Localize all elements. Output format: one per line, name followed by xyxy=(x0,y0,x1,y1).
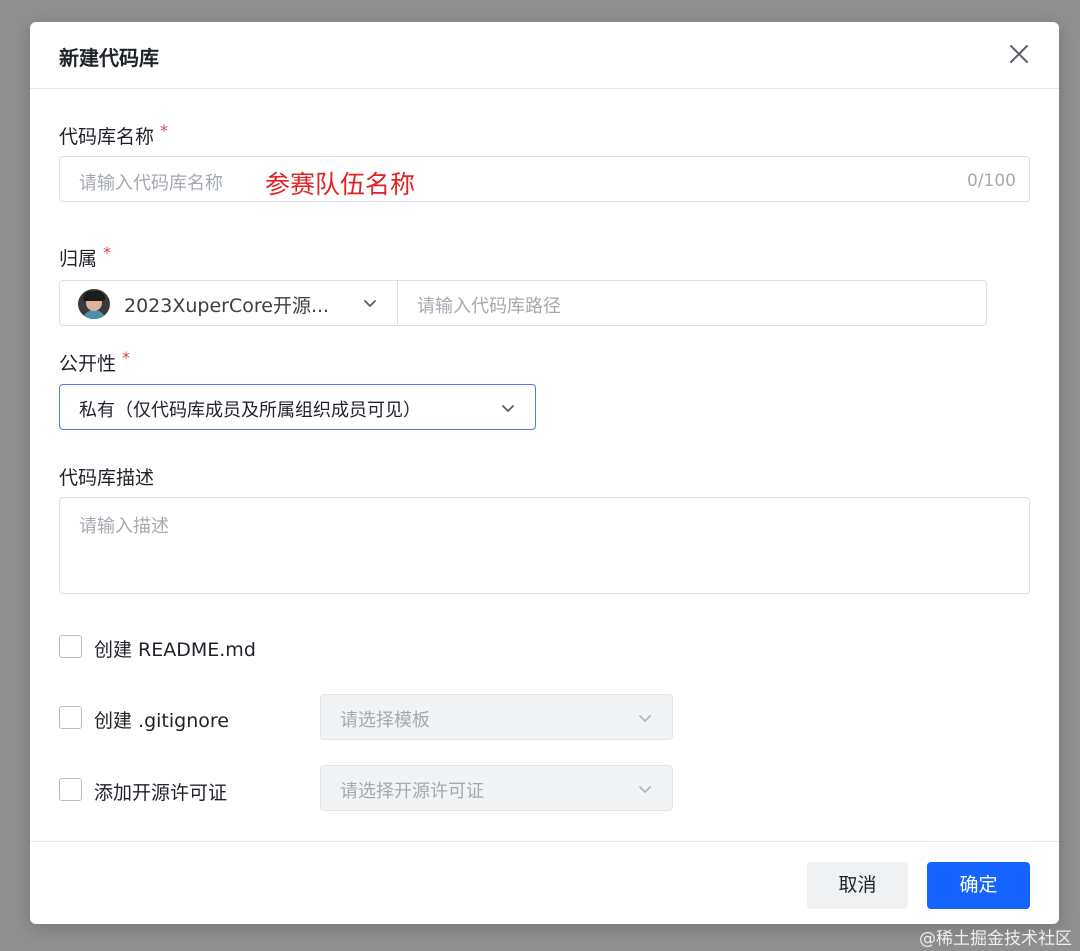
dialog-title: 新建代码库 xyxy=(59,46,159,70)
annotation-text: 参赛队伍名称 xyxy=(265,170,416,199)
repo-path-placeholder: 请输入代码库路径 xyxy=(417,296,561,317)
dialog-header: 新建代码库 xyxy=(30,22,1059,89)
repo-path-input[interactable]: 请输入代码库路径 xyxy=(399,281,986,325)
license-placeholder: 请选择开源许可证 xyxy=(340,781,484,802)
owner-group: 2023XuperCore开源... 请输入代码库路径 xyxy=(59,280,987,326)
visibility-select[interactable]: 私有（仅代码库成员及所属组织成员可见） xyxy=(59,384,536,430)
new-repo-dialog: 新建代码库 代码库名称 * 请输入代码库名称 参赛队伍名称 0/100 归属 * 2… xyxy=(30,22,1059,924)
license-checkbox[interactable] xyxy=(59,778,82,801)
chevron-down-icon xyxy=(637,710,653,726)
confirm-button[interactable]: 确定 xyxy=(927,862,1030,909)
visibility-label: 公开性 * xyxy=(59,348,131,375)
required-mark: * xyxy=(160,121,169,140)
chevron-down-icon xyxy=(500,400,516,416)
visibility-value: 私有（仅代码库成员及所属组织成员可见） xyxy=(79,400,421,421)
description-textarea[interactable]: 请输入描述 xyxy=(59,497,1030,594)
close-icon[interactable] xyxy=(1007,42,1031,66)
required-mark: * xyxy=(103,243,112,262)
repo-name-label: 代码库名称 * xyxy=(59,121,169,148)
readme-checkbox[interactable] xyxy=(59,635,82,658)
repo-name-placeholder: 请输入代码库名称 xyxy=(79,173,223,194)
gitignore-template-placeholder: 请选择模板 xyxy=(340,710,430,731)
license-label[interactable]: 添加开源许可证 xyxy=(94,778,227,805)
gitignore-template-select: 请选择模板 xyxy=(320,694,673,740)
char-counter: 0/100 xyxy=(967,171,1016,191)
gitignore-label[interactable]: 创建 .gitignore xyxy=(94,706,229,733)
watermark: @稀土掘金技术社区 xyxy=(919,929,1072,949)
chevron-down-icon xyxy=(637,781,653,797)
chevron-down-icon xyxy=(362,295,378,311)
owner-label: 归属 * xyxy=(59,243,112,270)
gitignore-checkbox[interactable] xyxy=(59,706,82,729)
dialog-footer: 取消 确定 xyxy=(30,841,1059,924)
repo-name-input[interactable]: 请输入代码库名称 参赛队伍名称 0/100 xyxy=(59,156,1030,202)
description-placeholder: 请输入描述 xyxy=(79,516,169,537)
description-label: 代码库描述 xyxy=(59,467,155,489)
owner-value: 2023XuperCore开源... xyxy=(124,295,330,317)
required-mark: * xyxy=(122,348,131,367)
cancel-button[interactable]: 取消 xyxy=(807,862,908,909)
avatar xyxy=(78,289,110,319)
license-select: 请选择开源许可证 xyxy=(320,765,673,811)
readme-label[interactable]: 创建 README.md xyxy=(94,635,256,662)
owner-select[interactable]: 2023XuperCore开源... xyxy=(60,281,398,325)
